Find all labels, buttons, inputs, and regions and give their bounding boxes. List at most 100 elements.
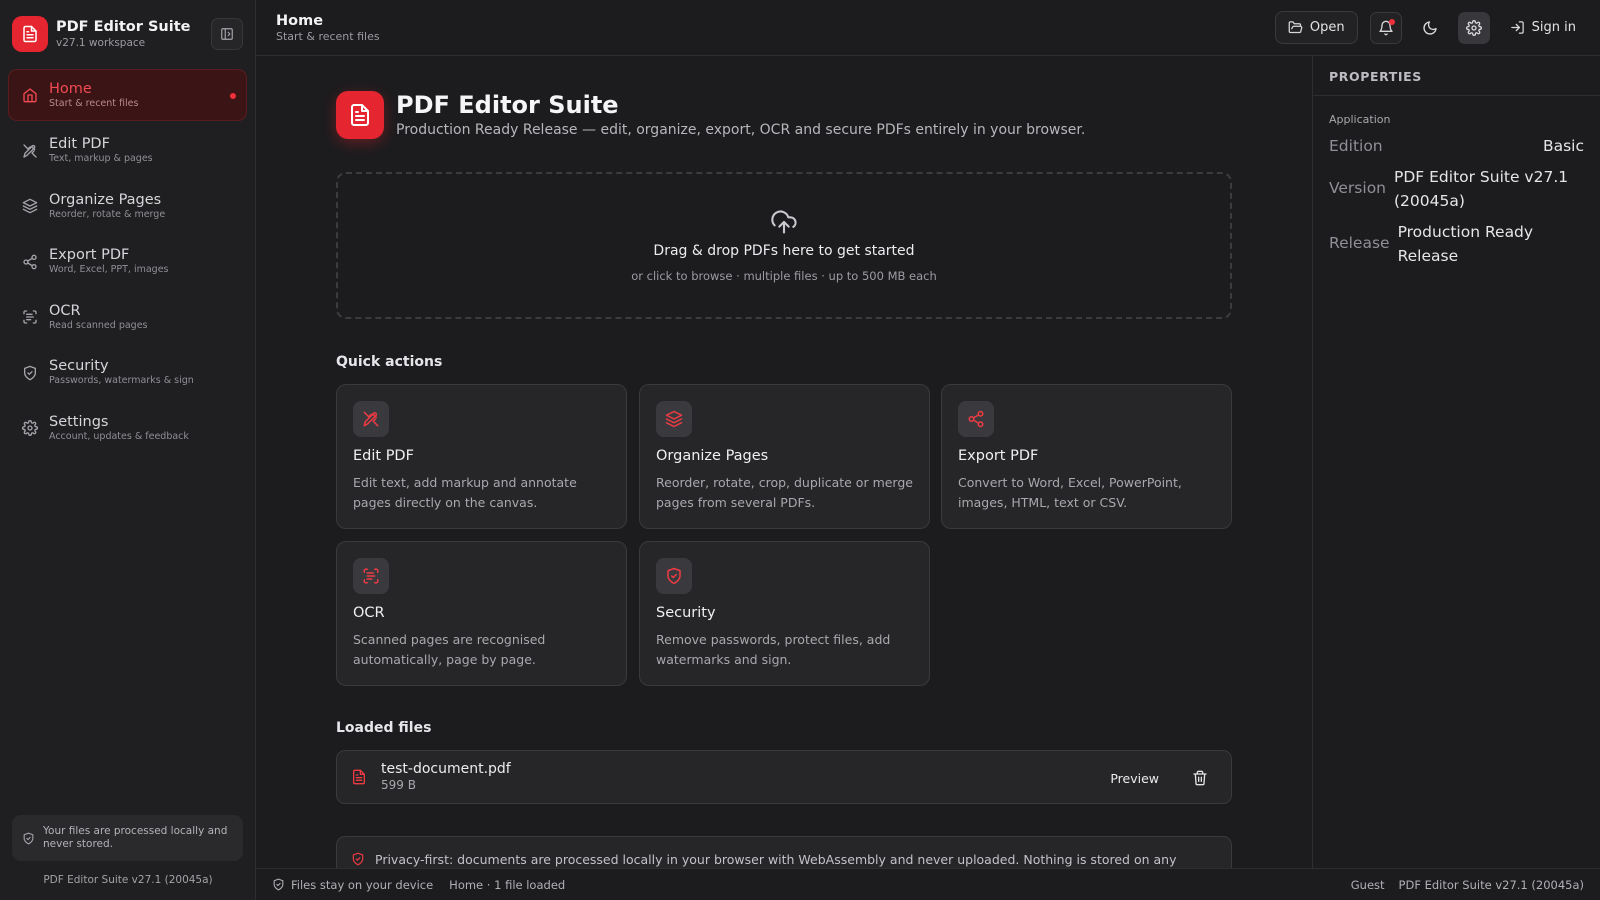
file-actions: Preview: [1096, 761, 1217, 795]
pen-tool-icon: [21, 142, 39, 160]
sidebar-item-label: Edit PDF: [49, 136, 110, 152]
sidebar-item-export-pdf[interactable]: Export PDF Word, Excel, PPT, images: [8, 236, 247, 288]
main-area: Home Start & recent files Open Sign in P…: [256, 0, 1600, 900]
collapse-sidebar-button[interactable]: [211, 18, 243, 50]
active-indicator: [230, 93, 236, 99]
sidebar-item-label: Settings: [49, 413, 109, 430]
sidebar-item-organize-pages[interactable]: Organize Pages Reorder, rotate & merge: [8, 180, 247, 232]
sidebar-item-settings[interactable]: Settings Account, updates & feedback: [8, 402, 247, 454]
sidebar-item-sublabel: Start & recent files: [49, 97, 139, 109]
sidebar-item-label: OCR: [49, 302, 81, 319]
card-description: Edit text, add markup and annotate pages…: [353, 475, 577, 510]
status-user: Guest: [1350, 877, 1385, 892]
sidebar-item-label: Organize Pages: [49, 191, 162, 208]
file-size: 599 B: [381, 778, 416, 792]
sidebar-nav: Home Start & recent files Edit PDF Text,…: [0, 67, 255, 460]
property-value: Production Ready Release: [1397, 223, 1534, 265]
sidebar-item-ocr[interactable]: OCR Read scanned pages: [8, 291, 247, 343]
card-description: Scanned pages are recognised automatical…: [353, 632, 546, 667]
privacy-note-text: Your files are processed locally and nev…: [43, 825, 228, 850]
sidebar-item-security[interactable]: Security Passwords, watermarks & sign: [8, 347, 247, 399]
sign-in-label: Sign in: [1531, 20, 1576, 35]
cloud-upload-icon: [770, 208, 798, 236]
sidebar-item-sublabel: Reorder, rotate & merge: [49, 208, 166, 220]
sidebar-item-home[interactable]: Home Start & recent files: [8, 69, 247, 121]
hero-title: PDF Editor Suite: [396, 91, 619, 119]
card-title: OCR: [353, 605, 385, 621]
home-content: PDF Editor Suite Production Ready Releas…: [256, 56, 1312, 868]
file-row[interactable]: test-document.pdf 599 B Preview: [336, 750, 1232, 804]
property-value: PDF Editor Suite v27.1 (20045a): [1394, 168, 1569, 210]
open-button-label: Open: [1309, 20, 1345, 35]
sign-in-button[interactable]: Sign in: [1502, 20, 1584, 35]
hero: PDF Editor Suite Production Ready Releas…: [336, 90, 1085, 140]
shield-check-icon: [351, 852, 365, 866]
status-bar: Files stay on your device Home · 1 file …: [256, 868, 1600, 900]
quick-action-security[interactable]: Security Remove passwords, protect files…: [639, 541, 930, 686]
property-key: Release: [1329, 234, 1390, 252]
preview-button[interactable]: Preview: [1096, 763, 1173, 794]
status-version: PDF Editor Suite v27.1 (20045a): [1398, 877, 1584, 892]
quick-action-ocr[interactable]: OCR Scanned pages are recognised automat…: [336, 541, 627, 686]
properties-group-label: Application: [1329, 113, 1391, 126]
shield-check-icon: [656, 558, 692, 594]
notification-badge: [1388, 18, 1395, 25]
brand: PDF Editor Suite v27.1 workspace: [0, 0, 255, 67]
property-value: Basic: [1542, 137, 1584, 155]
notifications-button[interactable]: [1369, 11, 1402, 44]
home-icon: [21, 86, 39, 104]
sidebar-item-sublabel: Word, Excel, PPT, images: [49, 264, 169, 275]
theme-toggle-button[interactable]: [1414, 12, 1446, 44]
gear-icon: [1465, 19, 1482, 36]
property-row-release: Release Production Ready Release: [1313, 220, 1600, 268]
dropzone-title: Drag & drop PDFs here to get started: [653, 243, 915, 259]
open-button[interactable]: Open: [1274, 11, 1358, 44]
status-page-info: Home · 1 file loaded: [449, 877, 566, 892]
scan-text-icon: [353, 558, 389, 594]
property-row-edition: Edition Basic: [1313, 134, 1600, 158]
brand-title: PDF Editor Suite: [56, 18, 191, 35]
sidebar-item-edit-pdf[interactable]: Edit PDF Text, markup & pages: [8, 125, 247, 177]
file-dropzone[interactable]: Drag & drop PDFs here to get started or …: [336, 172, 1232, 319]
shield-check-icon: [22, 832, 35, 845]
pen-tool-icon: [353, 401, 389, 437]
sidebar-item-sublabel: Passwords, watermarks & sign: [49, 375, 194, 386]
card-title: Security: [656, 605, 716, 621]
file-name: test-document.pdf: [381, 761, 511, 777]
quick-action-organize-pages[interactable]: Organize Pages Reorder, rotate, crop, du…: [639, 384, 930, 529]
card-description: Remove passwords, protect files, add wat…: [656, 632, 891, 667]
sidebar-item-label: Home: [49, 80, 92, 97]
card-description: Convert to Word, Excel, PowerPoint, imag…: [958, 475, 1182, 510]
card-title: Edit PDF: [353, 448, 414, 464]
quick-action-export-pdf[interactable]: Export PDF Convert to Word, Excel, Power…: [941, 384, 1232, 529]
privacy-note: Your files are processed locally and nev…: [12, 815, 243, 861]
status-local-files: Files stay on your device: [291, 877, 434, 892]
property-key: Version: [1329, 179, 1386, 197]
file-text-icon: [351, 769, 367, 785]
share-icon: [21, 253, 39, 271]
sidebar: PDF Editor Suite v27.1 workspace Home St…: [0, 0, 256, 900]
settings-button[interactable]: [1457, 11, 1490, 44]
hero-subtitle: Production Ready Release — edit, organiz…: [396, 122, 1086, 138]
trash-icon: [1193, 770, 1207, 786]
privacy-banner-text: Privacy-first: documents are processed l…: [375, 852, 1177, 868]
quick-actions-heading: Quick actions: [336, 354, 443, 370]
scan-text-icon: [21, 308, 39, 326]
loaded-files-heading: Loaded files: [336, 720, 432, 736]
page-subtitle: Start & recent files: [276, 29, 380, 43]
top-bar: Home Start & recent files Open Sign in: [256, 0, 1600, 56]
quick-action-edit-pdf[interactable]: Edit PDF Edit text, add markup and annot…: [336, 384, 627, 529]
properties-heading: PROPERTIES: [1313, 56, 1600, 96]
delete-file-button[interactable]: [1183, 761, 1217, 795]
gear-icon: [21, 419, 39, 437]
log-in-icon: [1510, 21, 1524, 34]
brand-subtitle: v27.1 workspace: [56, 36, 146, 49]
shield-check-icon: [21, 364, 39, 382]
property-row-version: Version PDF Editor Suite v27.1 (20045a): [1313, 165, 1600, 213]
sidebar-item-sublabel: Account, updates & feedback: [49, 430, 189, 442]
privacy-banner: Privacy-first: documents are processed l…: [336, 836, 1232, 868]
panel-toggle-icon: [221, 28, 233, 40]
layers-icon: [21, 197, 39, 215]
sidebar-item-label: Export PDF: [49, 247, 130, 263]
pdf-logo-icon: [12, 15, 48, 52]
